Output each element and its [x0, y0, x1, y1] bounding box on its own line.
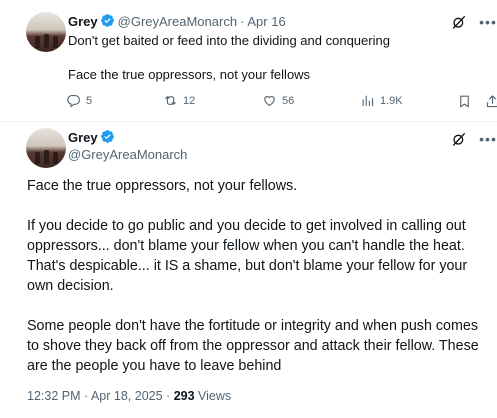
- avatar-figure-center: [44, 34, 49, 48]
- like-count: 56: [282, 95, 294, 107]
- tweet-time[interactable]: 12:32 PM: [27, 389, 81, 403]
- grok-icon[interactable]: [451, 14, 467, 30]
- verified-badge-icon: [100, 13, 115, 28]
- tweet-body-line: If you decide to go public and you decid…: [27, 216, 497, 236]
- tweet-meta: 12:32 PM · Apr 18, 2025 · 293 Views: [27, 389, 231, 403]
- share-icon[interactable]: [485, 94, 497, 109]
- tweet-body-line: to shove they back off from the oppresso…: [27, 336, 497, 356]
- display-name-row: Grey: [68, 129, 115, 145]
- tweet-date[interactable]: Apr 16: [247, 14, 285, 29]
- tweet-body-line: are the people you have to leave behind: [27, 356, 497, 376]
- tweet-body-line: Some people don't have the fortitude or …: [27, 316, 497, 336]
- tweet-top-actions: •••: [451, 131, 497, 147]
- avatar-figure-left: [35, 152, 40, 164]
- avatar-figure-right: [53, 36, 58, 48]
- like-icon: [262, 93, 277, 108]
- views-count: 1.9K: [380, 95, 403, 107]
- handle[interactable]: @GreyAreaMonarch: [68, 147, 187, 162]
- avatar-figure-left: [35, 36, 40, 48]
- views-label: Views: [198, 389, 231, 403]
- tweet-body-line: own decision.: [27, 276, 497, 296]
- avatar-figure-right: [53, 152, 58, 164]
- tweet-text-line-1: Don't get baited or feed into the dividi…: [68, 33, 390, 48]
- separator-dot: ·: [84, 389, 88, 403]
- avatar-figure-center: [44, 150, 49, 164]
- grok-icon[interactable]: [451, 131, 467, 147]
- repost-icon: [163, 93, 178, 108]
- repost-button[interactable]: 12: [163, 93, 195, 108]
- action-bar: 5 12 56 1.9K: [66, 93, 497, 111]
- reply-button[interactable]: 5: [66, 93, 92, 108]
- avatar[interactable]: [26, 12, 66, 52]
- tweet-date[interactable]: Apr 18, 2025: [91, 389, 163, 403]
- display-name[interactable]: Grey: [68, 130, 98, 145]
- thread-tweet[interactable]: Grey @GreyAreaMonarch·Apr 16 ••• Don't ge…: [0, 0, 497, 122]
- bookmark-icon[interactable]: [457, 94, 472, 109]
- repost-count: 12: [183, 95, 195, 107]
- views-icon: [360, 93, 375, 108]
- tweet-top-actions: •••: [451, 14, 497, 30]
- views-count: 293: [174, 389, 195, 403]
- tweet-text-line-2: Face the true oppressors, not your fello…: [68, 67, 310, 82]
- tweet-body-line: oppressors... don't blame your fellow wh…: [27, 236, 497, 256]
- more-icon[interactable]: •••: [479, 131, 497, 147]
- separator-dot: ·: [240, 14, 244, 29]
- display-name[interactable]: Grey: [68, 14, 98, 29]
- more-icon[interactable]: •••: [479, 14, 497, 30]
- handle[interactable]: @GreyAreaMonarch: [118, 14, 237, 29]
- tweet-divider: [0, 121, 497, 122]
- separator-dot: ·: [166, 389, 170, 403]
- views-button[interactable]: 1.9K: [360, 93, 403, 108]
- reply-icon: [66, 93, 81, 108]
- tweet-header: Grey @GreyAreaMonarch·Apr 16: [68, 13, 286, 29]
- tweet-body-line: Face the true oppressors, not your fello…: [27, 176, 497, 196]
- avatar[interactable]: [26, 128, 66, 168]
- like-button[interactable]: 56: [262, 93, 294, 108]
- reply-count: 5: [86, 95, 92, 107]
- tweet-body-line: That's despicable... it IS a shame, but …: [27, 256, 497, 276]
- verified-badge-icon: [100, 129, 115, 144]
